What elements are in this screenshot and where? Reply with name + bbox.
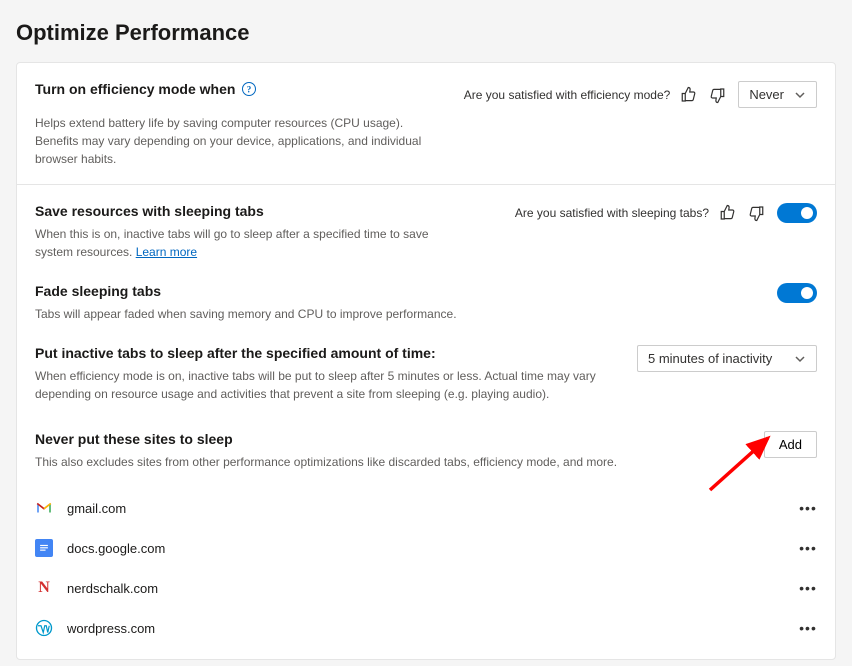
site-domain: nerdschalk.com — [67, 581, 785, 596]
sleep-timer-dropdown[interactable]: 5 minutes of inactivity — [637, 345, 817, 372]
efficiency-dropdown-value: Never — [749, 87, 784, 102]
fade-tabs-desc: Tabs will appear faded when saving memor… — [35, 305, 635, 323]
site-row: gmail.com ••• — [17, 487, 835, 527]
efficiency-satisfaction-prompt: Are you satisfied with efficiency mode? — [464, 88, 671, 102]
thumbs-up-icon[interactable] — [719, 204, 737, 222]
more-options-icon[interactable]: ••• — [799, 499, 817, 517]
chevron-down-icon — [794, 89, 806, 101]
sleep-timer-desc: When efficiency mode is on, inactive tab… — [35, 367, 621, 403]
add-button[interactable]: Add — [764, 431, 817, 458]
info-icon[interactable]: ? — [241, 81, 257, 97]
sleep-timer-value: 5 minutes of inactivity — [648, 351, 772, 366]
site-domain: wordpress.com — [67, 621, 785, 636]
site-row: wordpress.com ••• — [17, 607, 835, 647]
thumbs-down-icon[interactable] — [708, 86, 726, 104]
sleeping-satisfaction-prompt: Are you satisfied with sleeping tabs? — [515, 206, 709, 220]
thumbs-up-icon[interactable] — [680, 86, 698, 104]
efficiency-panel: Turn on efficiency mode when ? Are you s… — [16, 62, 836, 660]
never-sleep-title: Never put these sites to sleep — [35, 431, 233, 447]
never-sleep-site-list: gmail.com ••• docs.google.com ••• N nerd… — [17, 487, 835, 659]
site-row: docs.google.com ••• — [17, 527, 835, 567]
chevron-down-icon — [794, 353, 806, 365]
sleeping-tabs-toggle[interactable] — [777, 203, 817, 223]
fade-tabs-title: Fade sleeping tabs — [35, 283, 161, 299]
efficiency-mode-dropdown[interactable]: Never — [738, 81, 817, 108]
sleeping-tabs-title: Save resources with sleeping tabs — [35, 203, 264, 219]
site-domain: gmail.com — [67, 501, 785, 516]
learn-more-link[interactable]: Learn more — [136, 245, 197, 259]
wordpress-icon — [35, 619, 53, 637]
page-title: Optimize Performance — [16, 20, 852, 46]
fade-tabs-toggle[interactable] — [777, 283, 817, 303]
more-options-icon[interactable]: ••• — [799, 579, 817, 597]
nerdschalk-icon: N — [35, 579, 53, 597]
sleeping-tabs-desc: When this is on, inactive tabs will go t… — [35, 227, 429, 259]
site-domain: docs.google.com — [67, 541, 785, 556]
efficiency-desc: Helps extend battery life by saving comp… — [35, 114, 435, 168]
efficiency-title: Turn on efficiency mode when — [35, 81, 235, 97]
sleep-timer-title: Put inactive tabs to sleep after the spe… — [35, 345, 436, 361]
more-options-icon[interactable]: ••• — [799, 619, 817, 637]
svg-text:?: ? — [247, 85, 252, 95]
gmail-icon — [35, 499, 53, 517]
docs-icon — [35, 539, 53, 557]
never-sleep-desc: This also excludes sites from other perf… — [35, 453, 635, 471]
more-options-icon[interactable]: ••• — [799, 539, 817, 557]
thumbs-down-icon[interactable] — [747, 204, 765, 222]
site-row: N nerdschalk.com ••• — [17, 567, 835, 607]
